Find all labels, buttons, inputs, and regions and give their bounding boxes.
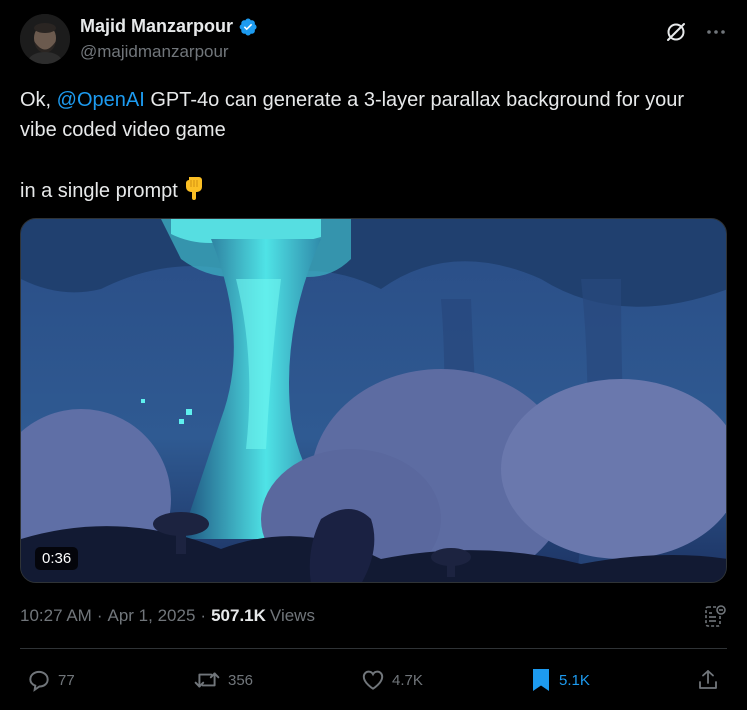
like-count: 4.7K	[392, 671, 423, 689]
tweet-video[interactable]: 0:36	[20, 218, 727, 583]
like-button[interactable]: 4.7K	[360, 666, 423, 694]
tweet-text-line-2: in a single prompt	[20, 175, 720, 210]
pointing-down-emoji-icon	[182, 175, 206, 210]
repost-button[interactable]: 356	[192, 666, 253, 694]
share-button[interactable]	[696, 666, 720, 694]
meta-separator: ·	[200, 606, 207, 625]
tweet-text-line-1: Ok, @OpenAI GPT-4o can generate a 3-laye…	[20, 85, 720, 145]
grok-icon[interactable]	[664, 20, 688, 44]
views-count: 507.1K	[211, 606, 266, 625]
tweet-text-second: in a single prompt	[20, 180, 178, 202]
tweet-meta: 10:27 AM · Apr 1, 2025 · 507.1K Views	[20, 606, 315, 626]
tweet: Majid Manzarpour @majidmanzarpour Ok, @O…	[0, 0, 747, 710]
divider	[20, 648, 727, 649]
more-options-icon[interactable]	[704, 20, 728, 44]
meta-separator: ·	[96, 606, 103, 625]
tweet-time[interactable]: 10:27 AM	[20, 606, 92, 626]
avatar[interactable]	[20, 14, 70, 64]
bookmark-button[interactable]: 5.1K	[529, 666, 590, 694]
author-name-row: Majid Manzarpour	[80, 16, 258, 37]
mention-link[interactable]: @OpenAI	[57, 89, 145, 111]
author-handle[interactable]: @majidmanzarpour	[80, 42, 229, 62]
bookmark-icon	[533, 669, 549, 691]
video-thumbnail	[21, 219, 726, 582]
views-label: Views	[269, 606, 315, 625]
author-display-name[interactable]: Majid Manzarpour	[80, 16, 233, 37]
reply-count: 77	[58, 671, 75, 689]
repost-icon	[194, 672, 220, 688]
repost-count: 356	[228, 671, 254, 689]
bookmark-count: 5.1K	[559, 671, 590, 689]
tweet-text-lead: Ok,	[20, 89, 57, 111]
tweet-date[interactable]: Apr 1, 2025	[108, 606, 196, 626]
video-duration-badge: 0:36	[35, 547, 79, 570]
heart-icon	[362, 670, 384, 690]
tweet-text: Ok, @OpenAI GPT-4o can generate a 3-laye…	[20, 85, 720, 210]
reply-button[interactable]: 77	[26, 666, 75, 694]
verified-badge-icon[interactable]	[238, 17, 258, 37]
share-icon	[699, 670, 717, 689]
analytics-icon[interactable]	[704, 604, 726, 628]
reply-icon	[29, 670, 49, 692]
